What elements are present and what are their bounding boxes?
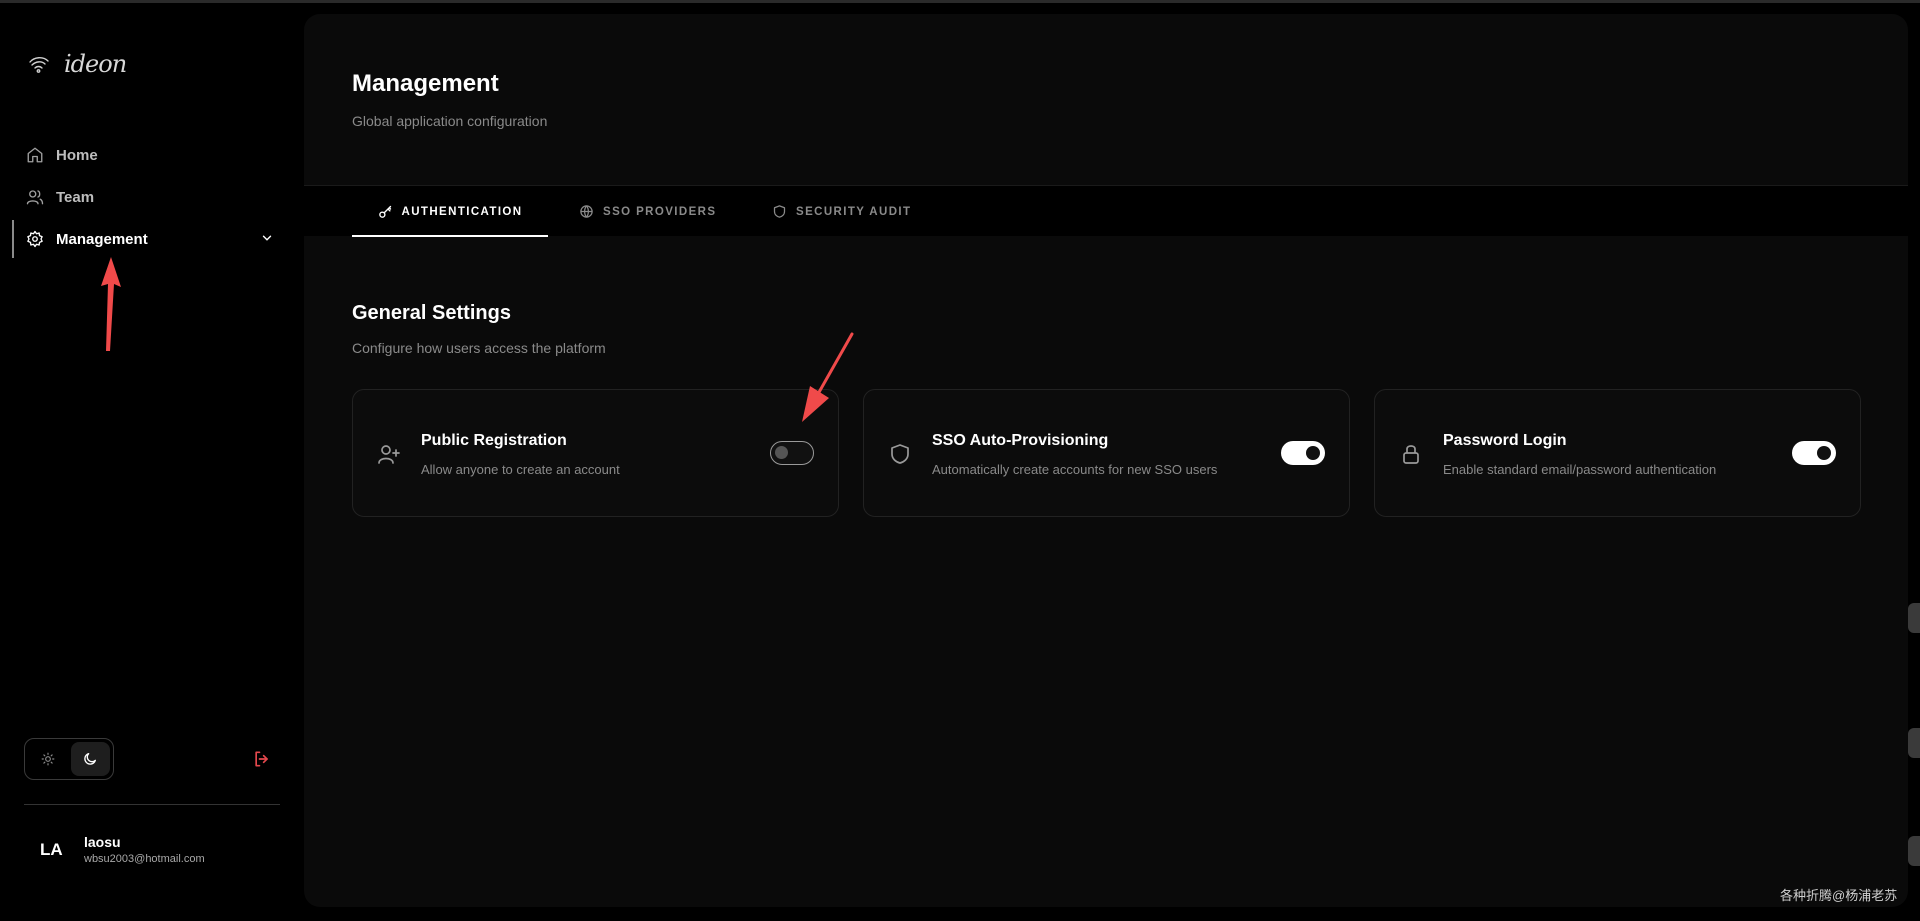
tab-sso-providers[interactable]: SSO PROVIDERS — [579, 186, 716, 237]
password-login-toggle[interactable] — [1792, 441, 1836, 465]
tab-label: AUTHENTICATION — [401, 205, 523, 218]
shield-icon — [773, 205, 786, 218]
moon-icon — [84, 753, 97, 765]
edge-decoration — [1908, 728, 1920, 758]
users-icon — [26, 190, 44, 205]
sso-auto-provisioning-toggle[interactable] — [1281, 441, 1325, 465]
card-title: SSO Auto-Provisioning — [932, 432, 1109, 449]
card-title: Password Login — [1443, 432, 1567, 449]
dark-theme-button[interactable] — [70, 742, 110, 776]
logout-icon — [255, 751, 268, 767]
edge-decoration — [1908, 603, 1920, 633]
globe-icon — [580, 205, 593, 218]
logout-button[interactable] — [252, 749, 272, 774]
page-title: Management — [352, 70, 499, 97]
setting-card-public-registration: Public Registration Allow anyone to crea… — [352, 389, 839, 517]
card-description: Allow anyone to create an account — [421, 462, 620, 477]
setting-card-password-login: Password Login Enable standard email/pas… — [1374, 389, 1861, 517]
lock-icon — [1403, 445, 1419, 464]
section-title: General Settings — [352, 302, 511, 324]
key-icon — [378, 205, 391, 218]
light-theme-button[interactable] — [28, 742, 68, 776]
sidebar: ideon Home Team Management LA laosu wbsu… — [0, 0, 298, 921]
toggle-knob — [775, 446, 788, 459]
user-profile[interactable]: LA laosu wbsu2003@hotmail.com — [40, 834, 205, 865]
tab-authentication[interactable]: AUTHENTICATION — [352, 186, 548, 237]
page-subtitle: Global application configuration — [352, 113, 548, 129]
sidebar-item-home[interactable]: Home — [12, 134, 286, 176]
sidebar-divider — [24, 804, 280, 805]
sidebar-item-team[interactable]: Team — [12, 176, 286, 218]
sidebar-item-label: Home — [56, 146, 98, 164]
card-description: Enable standard email/password authentic… — [1443, 462, 1717, 477]
setting-card-sso-auto-provisioning: SSO Auto-Provisioning Automatically crea… — [863, 389, 1350, 517]
theme-toggle[interactable] — [24, 738, 114, 780]
chevron-down-icon[interactable] — [260, 231, 274, 245]
edge-decoration — [1908, 836, 1920, 866]
watermark: 各种折腾@杨浦老苏 — [1780, 888, 1898, 903]
user-name: laosu — [84, 834, 121, 850]
app-logo[interactable]: ideon — [28, 50, 127, 78]
user-info: laosu wbsu2003@hotmail.com — [84, 834, 205, 865]
tab-label: SECURITY AUDIT — [796, 205, 912, 218]
main-panel: Management Global application configurat… — [304, 14, 1908, 907]
settings-cards: Public Registration Allow anyone to crea… — [352, 389, 1908, 517]
card-title: Public Registration — [421, 432, 567, 449]
avatar: LA — [40, 839, 63, 859]
home-icon — [27, 147, 43, 163]
sun-icon — [41, 752, 55, 766]
logo-text: ideon — [64, 50, 127, 78]
tab-security-audit[interactable]: SECURITY AUDIT — [772, 186, 911, 237]
tab-label: SSO PROVIDERS — [603, 205, 717, 218]
sidebar-item-management[interactable]: Management — [12, 218, 286, 260]
gear-icon — [27, 230, 43, 248]
logo-icon — [29, 57, 49, 73]
card-description: Automatically create accounts for new SS… — [932, 462, 1218, 477]
shield-icon — [891, 444, 909, 464]
toggle-knob — [1817, 446, 1831, 460]
sidebar-nav: Home Team Management — [12, 134, 286, 260]
sidebar-item-label: Team — [56, 188, 95, 206]
user-plus-icon — [378, 445, 400, 464]
section-subtitle: Configure how users access the platform — [352, 340, 606, 356]
public-registration-toggle[interactable] — [770, 441, 814, 465]
tab-bar: AUTHENTICATION SSO PROVIDERS SECURITY AU… — [304, 185, 1908, 237]
toggle-knob — [1306, 446, 1320, 460]
user-email: wbsu2003@hotmail.com — [84, 853, 205, 865]
sidebar-item-label: Management — [56, 230, 148, 248]
